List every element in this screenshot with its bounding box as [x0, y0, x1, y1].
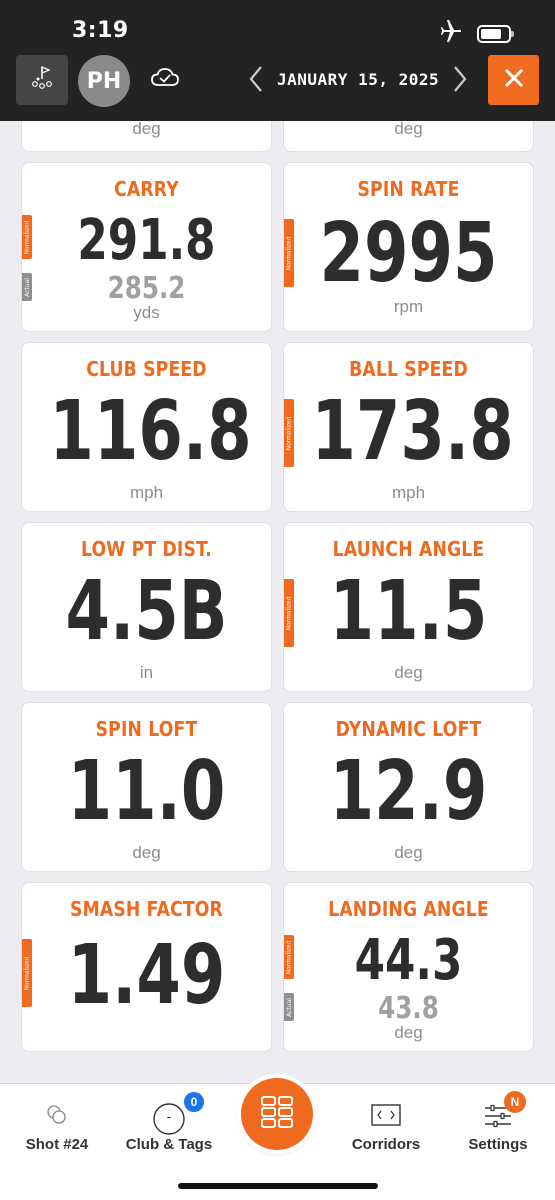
- battery-icon: [477, 24, 514, 43]
- metric-unit: rpm: [393, 297, 424, 316]
- normalized-tag: Normalized: [22, 215, 32, 259]
- club-icon-text: -: [166, 1108, 172, 1124]
- metric-card-carry[interactable]: CARRY Normalized Actual 291.8 285.2 yds: [21, 162, 272, 332]
- date-navigator: JANUARY 15, 2025: [245, 64, 471, 94]
- metric-unit: deg: [394, 1023, 423, 1042]
- course-icon: [28, 64, 56, 97]
- normalized-tag: Normalized: [284, 399, 294, 467]
- metric-unit: mph: [129, 483, 164, 502]
- metric-card-low-pt-dist[interactable]: LOW PT DIST. 4.5B in: [21, 522, 272, 692]
- balls-icon: [2, 1102, 112, 1128]
- metric-card-launch-angle[interactable]: LAUNCH ANGLE Normalized 11.5 deg: [283, 522, 534, 692]
- metric-unit: deg: [394, 663, 423, 682]
- metric-title: CLUB SPEED: [86, 357, 207, 381]
- metric-title: CARRY: [114, 177, 179, 201]
- metric-value: 12.9: [329, 744, 488, 839]
- metric-value: 44.3: [354, 928, 463, 993]
- actual-tag: Actual: [22, 273, 32, 301]
- metric-value: 2995: [319, 206, 498, 301]
- metric-card-spin-loft[interactable]: SPIN LOFT 11.0 deg: [21, 702, 272, 872]
- metric-card-spin-rate[interactable]: SPIN RATE Normalized 2995 rpm: [283, 162, 534, 332]
- settings-badge: N: [504, 1091, 526, 1113]
- course-button[interactable]: [16, 55, 68, 105]
- metric-card-dynamic-loft[interactable]: DYNAMIC LOFT 12.9 deg: [283, 702, 534, 872]
- grid-icon: [259, 1094, 295, 1135]
- metric-card-ball-speed[interactable]: BALL SPEED Normalized 173.8 mph: [283, 342, 534, 512]
- grid-view-button[interactable]: [241, 1078, 313, 1150]
- chevron-left-icon[interactable]: [245, 64, 267, 94]
- avatar[interactable]: PH: [78, 55, 130, 107]
- normalized-tag: Normalized: [284, 219, 294, 287]
- club-tags-badge: 0: [184, 1092, 204, 1112]
- top-bar-overlay: 3:19 PH JANUARY 15, 2025: [0, 0, 555, 121]
- metric-value: 116.8: [49, 384, 252, 479]
- metric-card-club-speed[interactable]: CLUB SPEED 116.8 mph: [21, 342, 272, 512]
- metric-title: LAUNCH ANGLE: [332, 537, 485, 561]
- chevron-right-icon[interactable]: [449, 64, 471, 94]
- normalized-tag: Normalized: [284, 935, 294, 979]
- metric-title: LANDING ANGLE: [328, 897, 489, 921]
- metric-unit: yds: [133, 303, 160, 322]
- nav-shot[interactable]: Shot #24: [2, 1084, 112, 1164]
- metric-unit: deg: [132, 843, 161, 862]
- metric-unit: mph: [391, 483, 426, 502]
- metric-title: BALL SPEED: [349, 357, 468, 381]
- metric-unit: deg: [394, 843, 423, 862]
- actual-tag: Actual: [284, 993, 294, 1021]
- metric-card-smash-factor[interactable]: SMASH FACTOR Normalized 1.49: [21, 882, 272, 1052]
- metric-unit: deg: [394, 119, 423, 138]
- metric-unit: deg: [132, 119, 161, 138]
- status-icons: [439, 20, 514, 47]
- metric-title: SMASH FACTOR: [70, 897, 223, 921]
- metric-actual-value: 43.8: [378, 991, 439, 1026]
- metric-value: 4.5B: [65, 564, 228, 659]
- metric-title: SPIN LOFT: [95, 717, 198, 741]
- nav-settings-label: Settings: [468, 1136, 528, 1153]
- close-icon: [503, 67, 525, 94]
- close-button[interactable]: [488, 55, 539, 105]
- metric-actual-value: 285.2: [107, 271, 186, 306]
- nav-corridors-label: Corridors: [351, 1136, 421, 1153]
- metric-card-landing-angle[interactable]: LANDING ANGLE Normalized Actual 44.3 43.…: [283, 882, 534, 1052]
- nav-settings[interactable]: Settings: [443, 1084, 553, 1164]
- metric-title: SPIN RATE: [357, 177, 460, 201]
- sliders-icon: [443, 1102, 553, 1130]
- home-indicator[interactable]: [178, 1183, 378, 1189]
- metric-title: DYNAMIC LOFT: [335, 717, 482, 741]
- nav-shot-label: Shot #24: [25, 1136, 89, 1153]
- cloud-check-icon[interactable]: [150, 66, 180, 93]
- metric-value: 11.5: [329, 564, 488, 659]
- corridors-icon: [331, 1102, 441, 1128]
- normalized-tag: Normalized: [22, 939, 32, 1007]
- status-time: 3:19: [72, 18, 129, 43]
- normalized-tag: Normalized: [284, 579, 294, 647]
- metric-value: 291.8: [77, 208, 216, 273]
- date-label: JANUARY 15, 2025: [277, 69, 440, 89]
- metric-unit: in: [139, 663, 154, 682]
- metric-value: 1.49: [67, 928, 226, 1023]
- nav-club-tags-label: Club & Tags: [125, 1136, 213, 1153]
- metric-title: LOW PT DIST.: [80, 537, 213, 561]
- nav-corridors[interactable]: Corridors: [331, 1084, 441, 1164]
- metric-value: 11.0: [67, 744, 226, 839]
- nav-club-tags[interactable]: - Club & Tags: [114, 1084, 224, 1164]
- airplane-icon: [439, 20, 463, 47]
- metric-value: 173.8: [311, 384, 514, 479]
